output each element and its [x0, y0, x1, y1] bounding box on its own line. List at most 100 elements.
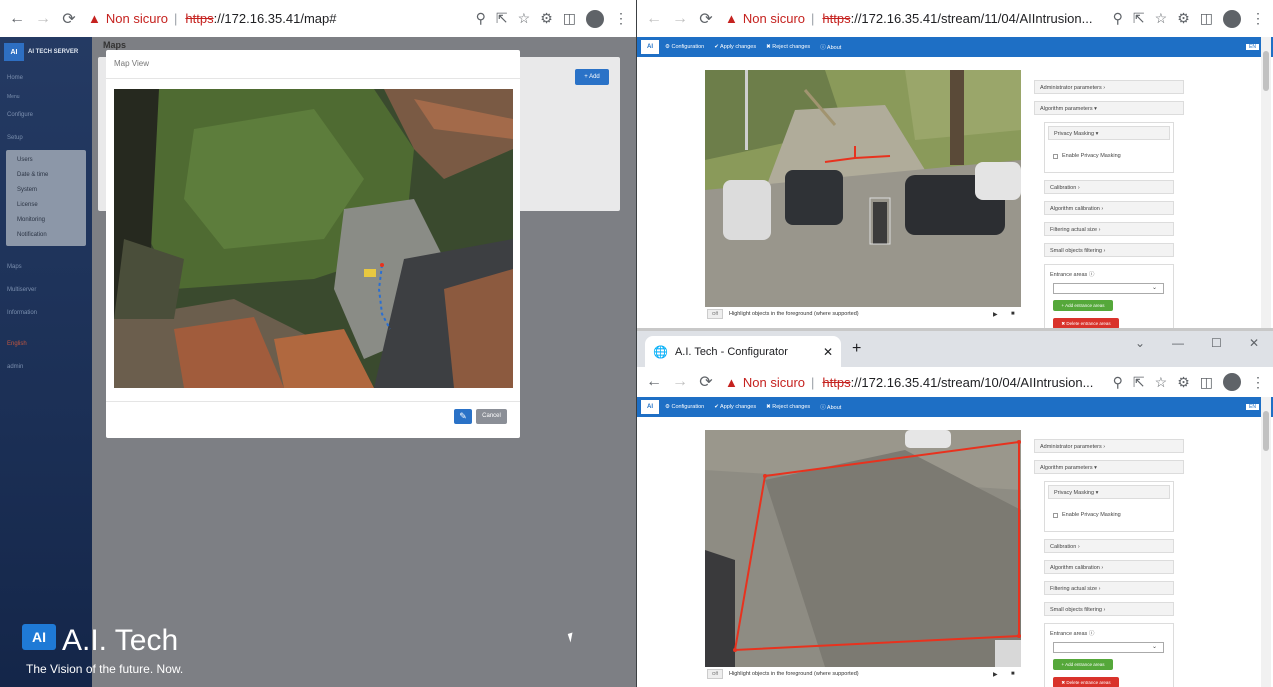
- zoom-icon[interactable]: ⚲: [476, 10, 486, 27]
- sidepanel-icon[interactable]: ◫: [1200, 374, 1213, 391]
- submenu-item-users[interactable]: Users: [6, 153, 86, 168]
- entrance-areas-select[interactable]: ⌄: [1053, 642, 1164, 653]
- forward-arrow-icon[interactable]: →: [30, 10, 56, 28]
- minimize-icon[interactable]: —: [1172, 336, 1184, 350]
- privacy-masking-row[interactable]: Privacy Masking ▾: [1048, 126, 1170, 140]
- entrance-areas-select[interactable]: ⌄: [1053, 283, 1164, 294]
- camera-view[interactable]: [705, 70, 1021, 307]
- filtering-size-row[interactable]: Filtering actual size ›: [1044, 222, 1174, 236]
- algo-calibration-row[interactable]: Algorithm calibration ›: [1044, 201, 1174, 215]
- calibration-row[interactable]: Calibration ›: [1044, 180, 1174, 194]
- back-arrow-icon[interactable]: ←: [641, 373, 667, 391]
- menu-about[interactable]: ⓘ About: [820, 403, 841, 411]
- submenu-item-notification[interactable]: Notification: [6, 228, 86, 243]
- calibration-row[interactable]: Calibration ›: [1044, 539, 1174, 553]
- edit-map-button[interactable]: ✎: [454, 409, 472, 424]
- language-selector[interactable]: EN: [1246, 404, 1259, 410]
- sidebar-item-maps[interactable]: Maps: [0, 256, 92, 279]
- menu-reject-changes[interactable]: ✖ Reject changes: [766, 44, 810, 50]
- enable-privacy-checkbox[interactable]: Enable Privacy Masking: [1048, 147, 1170, 169]
- extensions-icon[interactable]: ⚙: [1177, 374, 1190, 391]
- sidebar-item-setup[interactable]: Setup: [0, 127, 92, 150]
- reload-icon[interactable]: ⟳: [693, 372, 719, 392]
- profile-avatar[interactable]: [1223, 373, 1241, 391]
- share-icon[interactable]: ⇱: [1133, 374, 1145, 391]
- small-objects-row[interactable]: Small objects filtering ›: [1044, 243, 1174, 257]
- kebab-menu-icon[interactable]: ⋮: [1251, 374, 1265, 391]
- small-objects-row[interactable]: Small objects filtering ›: [1044, 602, 1174, 616]
- add-entrance-button[interactable]: + Add entrance areas: [1053, 659, 1113, 670]
- sidebar-item-home[interactable]: Home: [0, 67, 92, 90]
- zoom-icon[interactable]: ⚲: [1113, 10, 1123, 27]
- privacy-masking-row[interactable]: Privacy Masking ▾: [1048, 485, 1170, 499]
- submenu-item-system[interactable]: System: [6, 183, 86, 198]
- zoom-icon[interactable]: ⚲: [1113, 374, 1123, 391]
- sidebar-item-language[interactable]: English: [0, 333, 92, 356]
- algo-params-row[interactable]: Algorithm parameters ▾: [1034, 460, 1184, 474]
- delete-entrance-button[interactable]: ✖ Delete entrance areas: [1053, 318, 1119, 328]
- scrollbar[interactable]: [1261, 397, 1271, 687]
- enable-privacy-checkbox[interactable]: Enable Privacy Masking: [1048, 506, 1170, 528]
- address-bar[interactable]: ▲ Non sicuro | https ://172.16.35.41/map…: [88, 5, 470, 33]
- extensions-icon[interactable]: ⚙: [540, 10, 553, 27]
- share-icon[interactable]: ⇱: [1133, 10, 1145, 27]
- highlight-toggle[interactable]: Off: [707, 309, 723, 319]
- camera-view[interactable]: [705, 430, 1021, 667]
- add-map-button[interactable]: + Add: [575, 69, 609, 85]
- back-arrow-icon[interactable]: ←: [641, 10, 667, 28]
- sidebar-item-admin[interactable]: admin: [0, 356, 92, 379]
- maximize-icon[interactable]: ☐: [1211, 336, 1222, 350]
- cancel-button[interactable]: Cancel: [476, 409, 507, 424]
- sidebar-item-multiserver[interactable]: Multiserver: [0, 279, 92, 302]
- forward-arrow-icon[interactable]: →: [667, 373, 693, 391]
- menu-reject-changes[interactable]: ✖ Reject changes: [766, 404, 810, 410]
- satellite-map[interactable]: [114, 89, 513, 388]
- menu-configuration[interactable]: ⚙ Configuration: [665, 44, 704, 50]
- scrollbar[interactable]: [1261, 37, 1271, 328]
- submenu-item-date-time[interactable]: Date & time: [6, 168, 86, 183]
- menu-configuration[interactable]: ⚙ Configuration: [665, 404, 704, 410]
- bookmark-star-icon[interactable]: ☆: [1155, 10, 1168, 27]
- bookmark-star-icon[interactable]: ☆: [518, 10, 531, 27]
- highlight-toggle[interactable]: Off: [707, 669, 723, 679]
- admin-params-row[interactable]: Administrator parameters ›: [1034, 439, 1184, 453]
- back-arrow-icon[interactable]: ←: [4, 10, 30, 28]
- language-selector[interactable]: EN: [1246, 44, 1259, 50]
- add-entrance-button[interactable]: + Add entrance areas: [1053, 300, 1113, 311]
- submenu-item-license[interactable]: License: [6, 198, 86, 213]
- play-icon[interactable]: ▶: [993, 311, 998, 318]
- stop-icon[interactable]: ■: [1011, 671, 1015, 677]
- close-tab-icon[interactable]: ✕: [823, 345, 833, 359]
- address-bar[interactable]: ▲ Non sicuro | https ://172.16.35.41/str…: [725, 368, 1107, 396]
- reload-icon[interactable]: ⟳: [693, 9, 719, 29]
- menu-apply-changes[interactable]: ✔ Apply changes: [714, 404, 756, 410]
- kebab-menu-icon[interactable]: ⋮: [614, 10, 628, 27]
- stop-icon[interactable]: ■: [1011, 311, 1015, 317]
- menu-about[interactable]: ⓘ About: [820, 43, 841, 51]
- sidebar-item-information[interactable]: Information: [0, 302, 92, 325]
- reload-icon[interactable]: ⟳: [56, 9, 82, 29]
- share-icon[interactable]: ⇱: [496, 10, 508, 27]
- address-bar[interactable]: ▲ Non sicuro | https ://172.16.35.41/str…: [725, 5, 1107, 33]
- sidepanel-icon[interactable]: ◫: [563, 10, 576, 27]
- new-tab-icon[interactable]: +: [852, 340, 861, 358]
- sidebar-item-configure[interactable]: Configure: [0, 104, 92, 127]
- profile-avatar[interactable]: [1223, 9, 1241, 28]
- play-icon[interactable]: ▶: [993, 671, 998, 678]
- delete-entrance-button[interactable]: ✖ Delete entrance areas: [1053, 677, 1119, 687]
- kebab-menu-icon[interactable]: ⋮: [1251, 10, 1265, 27]
- admin-params-row[interactable]: Administrator parameters ›: [1034, 80, 1184, 94]
- profile-avatar[interactable]: [586, 9, 604, 28]
- bookmark-star-icon[interactable]: ☆: [1155, 374, 1168, 391]
- submenu-item-monitoring[interactable]: Monitoring: [6, 213, 86, 228]
- tab-configurator[interactable]: 🌐 A.I. Tech - Configurator ✕: [645, 336, 841, 367]
- menu-apply-changes[interactable]: ✔ Apply changes: [714, 44, 756, 50]
- algo-params-row[interactable]: Algorithm parameters ▾: [1034, 101, 1184, 115]
- tab-search-chevron-icon[interactable]: ⌄: [1135, 336, 1145, 350]
- algo-calibration-row[interactable]: Algorithm calibration ›: [1044, 560, 1174, 574]
- forward-arrow-icon[interactable]: →: [667, 10, 693, 28]
- sidepanel-icon[interactable]: ◫: [1200, 10, 1213, 27]
- extensions-icon[interactable]: ⚙: [1177, 10, 1190, 27]
- close-window-icon[interactable]: ✕: [1249, 336, 1259, 350]
- filtering-size-row[interactable]: Filtering actual size ›: [1044, 581, 1174, 595]
